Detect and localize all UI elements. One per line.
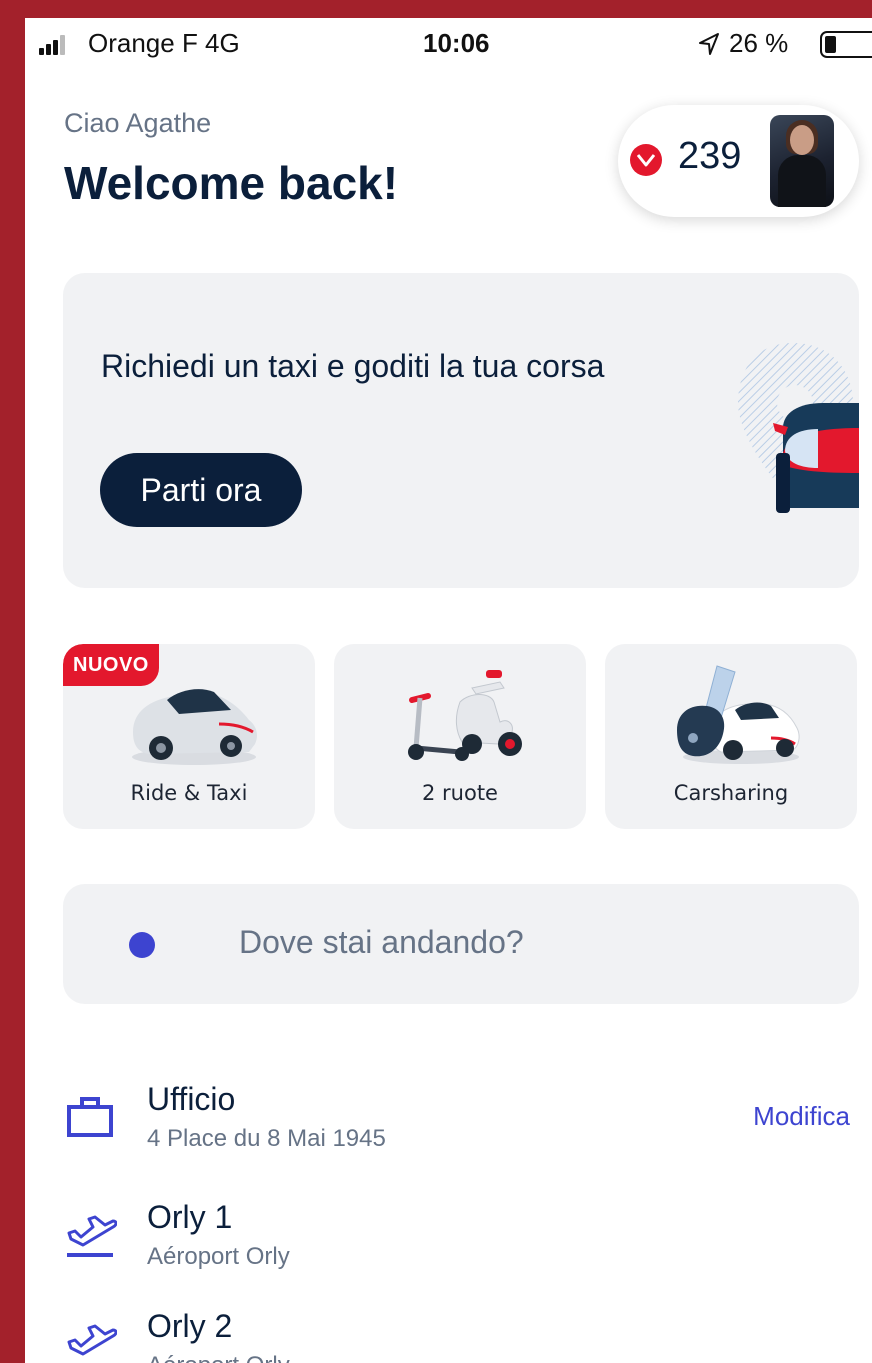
search-placeholder: Dove stai andando? [239,924,524,960]
battery-icon [820,31,872,58]
car-icon [132,689,257,765]
place-name: Ufficio [147,1081,236,1117]
mode-tile-carsharing[interactable]: Carsharing [605,644,857,829]
car-key-icon [677,665,800,764]
destination-search[interactable]: Dove stai andando? [63,884,859,1004]
points-value: 239 [678,135,742,177]
carrier-label: Orange F 4G [88,28,240,58]
scooter-icon [408,670,522,761]
mode-label: Carsharing [673,781,789,805]
status-time: 10:06 [423,28,490,58]
airplane-icon [67,1324,117,1356]
status-bar: Orange F 4G 10:06 26 % [25,18,872,74]
location-arrow-icon [699,33,719,55]
briefcase-icon [67,1097,113,1137]
place-name: Orly 1 [147,1199,233,1235]
edit-place-button[interactable]: Modifica [753,1101,850,1132]
promo-card: Richiedi un taxi e goditi la tua corsa P… [63,273,859,588]
signal-icon [39,35,69,55]
place-address: Aéroport Orly [147,1352,290,1363]
points-badge-icon [630,144,662,176]
app-screen: Orange F 4G 10:06 26 % Ciao Agathe Welco… [25,18,872,1363]
saved-place-orly-2[interactable]: Orly 2 Aéroport Orly [25,1308,872,1363]
taxi-pin-illustration [738,343,859,513]
profile-points-button[interactable]: 239 [618,105,859,217]
page-title: Welcome back! [64,157,399,209]
saved-place-orly-1[interactable]: Orly 1 Aéroport Orly [25,1199,872,1289]
saved-place-office[interactable]: Ufficio 4 Place du 8 Mai 1945 Modifica [25,1081,872,1171]
avatar[interactable] [770,115,834,207]
airplane-icon [67,1215,117,1257]
battery-percent: 26 % [729,28,789,58]
mode-tile-ride-taxi[interactable]: NUOVO Ride & Taxi [63,644,315,829]
origin-dot-icon [129,932,155,958]
start-ride-button[interactable]: Parti ora [100,453,302,527]
place-address: Aéroport Orly [147,1243,290,1270]
place-name: Orly 2 [147,1308,233,1344]
mode-label: Ride & Taxi [130,781,248,805]
greeting-text: Ciao Agathe [64,108,212,138]
promo-text: Richiedi un taxi e goditi la tua corsa [101,348,605,384]
mode-tile-two-wheels[interactable]: 2 ruote [334,644,586,829]
mode-label: 2 ruote [422,781,498,805]
place-address: 4 Place du 8 Mai 1945 [147,1125,386,1152]
